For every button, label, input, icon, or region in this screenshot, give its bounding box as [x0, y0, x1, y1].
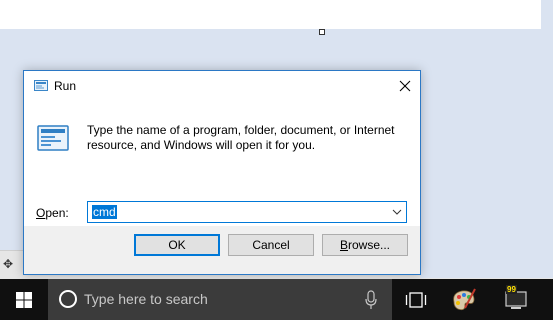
document-canvas [0, 0, 541, 29]
dialog-title: Run [54, 79, 77, 93]
close-icon [399, 80, 411, 92]
open-label-text: pen: [45, 206, 69, 220]
browse-label: rowse... [348, 238, 391, 252]
run-icon [37, 125, 69, 151]
dialog-description: Type the name of a program, folder, docu… [87, 123, 395, 152]
start-button[interactable] [0, 279, 48, 320]
taskbar: Type here to search 99 [0, 279, 553, 320]
resize-handle[interactable] [319, 29, 325, 35]
paint-palette-icon [453, 288, 476, 310]
taskbar-terminal-app[interactable]: 99 [492, 279, 540, 320]
cortana-icon [59, 290, 77, 308]
open-input-value[interactable]: cmd [92, 205, 117, 219]
browse-mnemonic: B [339, 238, 348, 252]
cancel-button[interactable]: Cancel [228, 234, 314, 256]
open-combobox[interactable]: cmd [87, 201, 407, 223]
microphone-icon[interactable] [364, 290, 378, 310]
title-bar[interactable]: Run [24, 71, 420, 101]
taskbar-paint-app[interactable] [440, 279, 488, 320]
open-label: Open: [36, 206, 69, 220]
task-view-icon [405, 291, 427, 308]
background-strip-right [420, 250, 553, 278]
task-view-button[interactable] [392, 279, 440, 320]
open-label-mnemonic: O [36, 206, 46, 220]
move-icon[interactable]: ✥ [3, 258, 15, 270]
run-icon [34, 80, 48, 91]
browse-button[interactable]: Browse... [322, 234, 408, 256]
search-box[interactable]: Type here to search [48, 279, 392, 320]
terminal-badge: 99 [506, 285, 517, 294]
chevron-down-icon[interactable] [392, 207, 402, 217]
dialog-body: Type the name of a program, folder, docu… [24, 101, 420, 226]
ok-button[interactable]: OK [134, 234, 220, 256]
run-dialog: Run Type the name of a program, folder, … [23, 70, 421, 275]
close-button[interactable] [390, 71, 420, 101]
dialog-footer: OK Cancel Browse... [24, 226, 420, 274]
search-placeholder[interactable]: Type here to search [84, 291, 208, 307]
windows-logo-icon [16, 291, 32, 308]
